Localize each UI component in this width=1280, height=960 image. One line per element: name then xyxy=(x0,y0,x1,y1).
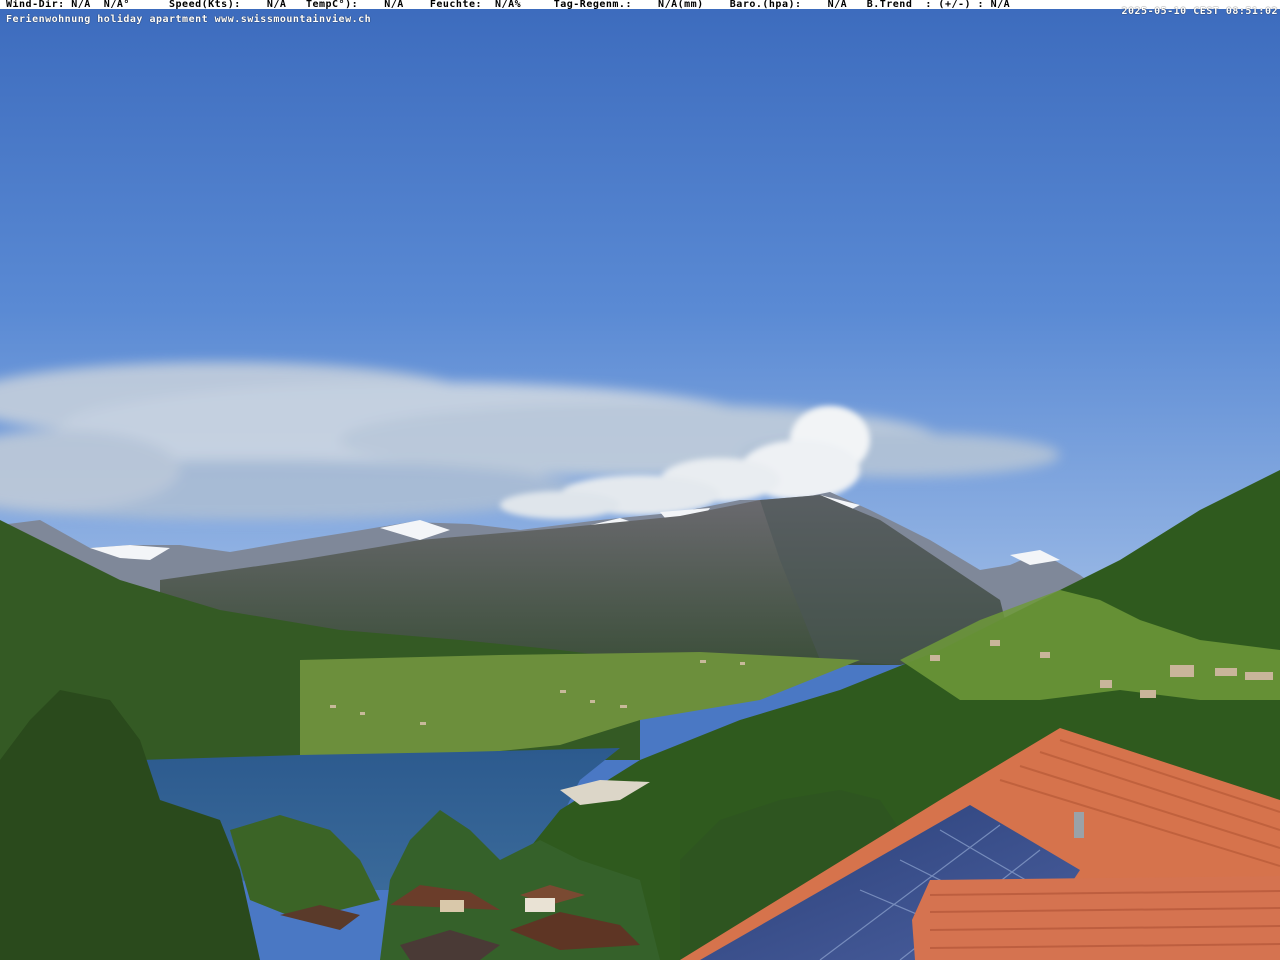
chimney xyxy=(1074,812,1084,838)
webcam-image: Wind-Dir: N/A N/A° Speed(Kts): N/A TempC… xyxy=(0,0,1280,960)
caption-text: Ferienwohnung holiday apartment www.swis… xyxy=(6,14,372,25)
landscape-scene xyxy=(0,0,1280,960)
weather-readout: Wind-Dir: N/A N/A° Speed(Kts): N/A TempC… xyxy=(6,0,1011,10)
timestamp: 2025-05-10 CEST 08:51:02 xyxy=(1121,6,1278,17)
